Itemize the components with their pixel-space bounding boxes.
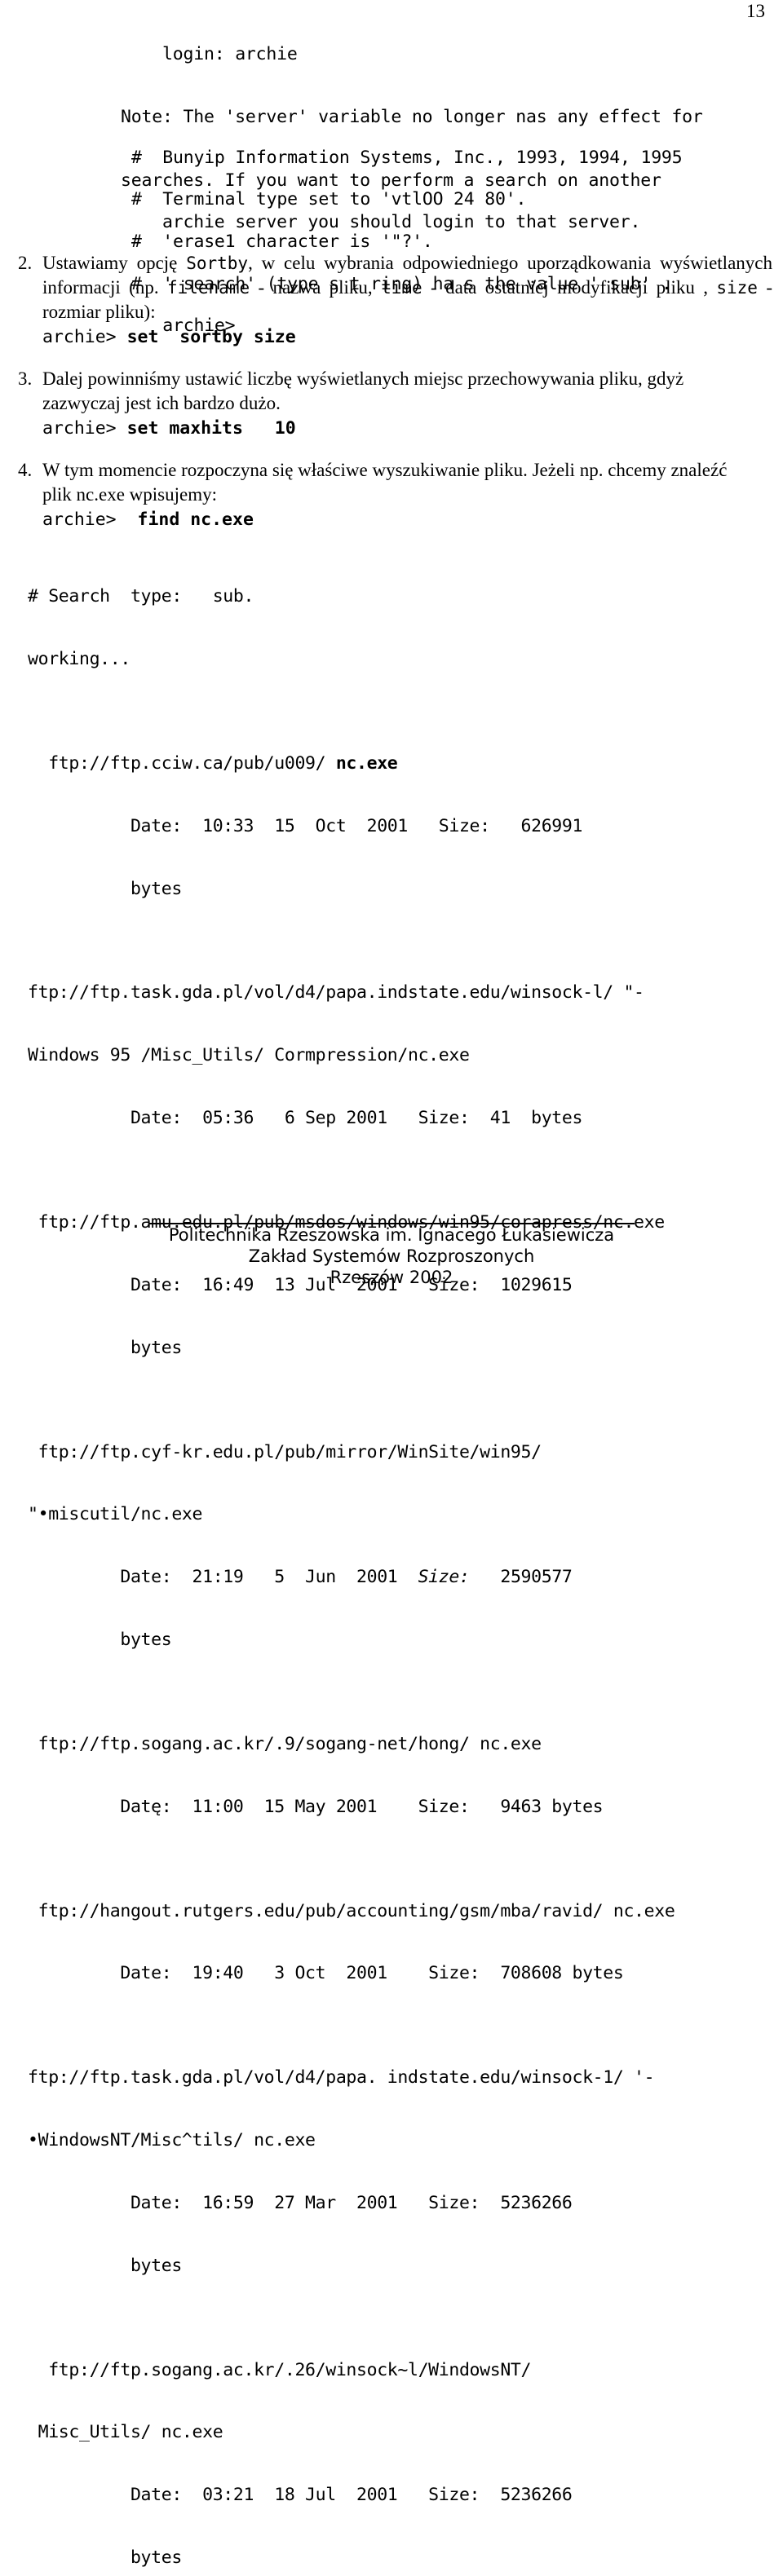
result-url: ftp://ftp.sogang.ac.kr/.9/sogang-net/hon…	[28, 1733, 542, 1754]
terminal-line: Note: The 'server' variable no longer na…	[121, 107, 703, 128]
result-date-line: Date: 10:33 15 Oct 2001 Size: 626991	[28, 815, 583, 836]
result-bytes-line: bytes	[28, 2547, 182, 2568]
result-url: ftp://ftp.sogang.ac.kr/.26/winsock~l/Win…	[28, 2359, 532, 2380]
archie-command: set sortby size	[126, 327, 296, 347]
result-filename: nc.exe	[335, 752, 398, 774]
item4-text-1: W tym momencie rozpoczyna się właściwe w…	[42, 460, 728, 480]
page-number: 13	[746, 1, 765, 21]
banner-line: # 'erase1 character is '"?'.	[130, 231, 433, 252]
list-item-text: Dalej powinniśmy ustawić liczbę wyświetl…	[42, 367, 772, 416]
list-item-number: 3.	[18, 368, 33, 389]
archie-prompt: archie>	[42, 327, 127, 347]
result-url: ftp://ftp.cyf-kr.edu.pl/pub/mirror/WinSi…	[28, 1441, 542, 1462]
result-date-line: Date: 05:36 6 Sep 2001 Size: 41 bytes	[28, 1108, 583, 1129]
results-header-working: working...	[28, 648, 130, 669]
result-date-line: Date: 19:40 3 Oct 2001 Size: 708608 byte…	[28, 1963, 624, 1984]
item2-code-sortby: Sortby	[186, 254, 249, 273]
result-url: ftp://ftp.task.gda.pl/vol/d4/papa.indsta…	[28, 982, 644, 1003]
item4-text-2: plik nc.exe wpisujemy:	[42, 484, 217, 505]
result-url-continuation: "•miscutil/nc.exe	[28, 1504, 203, 1525]
document-page: 13 login: archie Note: The 'server' vari…	[0, 0, 783, 2568]
result-date-line: Date: 21:19 5 Jun 2001 Size: 2590577	[28, 1567, 774, 1588]
list-item-3: 3. Dalej powinniśmy ustawić liczbę wyświ…	[18, 367, 772, 439]
search-results-output: # Search type: sub. working... ftp://ftp…	[28, 545, 774, 2576]
result-url: ftp://hangout.rutgers.edu/pub/accounting…	[28, 1900, 675, 1921]
terminal-line: login: archie	[161, 43, 298, 64]
list-item-number: 2.	[18, 253, 33, 273]
result-url: ftp://ftp.task.gda.pl/vol/d4/papa. indst…	[28, 2067, 655, 2089]
item2-command-line: archie> set sortby size	[42, 326, 772, 348]
item2-code-time: time	[381, 278, 422, 298]
item2-text-c: informacji (np.	[42, 277, 167, 298]
archie-command: find nc.exe	[126, 509, 254, 530]
item3-text-1: Dalej powinniśmy ustawić liczbę wyświetl…	[42, 368, 684, 389]
result-url-continuation: •WindowsNT/Misc^tils/ nc.exe	[28, 2130, 316, 2151]
result-date-line: Datę: 11:00 15 May 2001 Size: 9463 bytes	[28, 1796, 604, 1817]
result-bytes-line: bytes	[28, 1629, 172, 1650]
archie-command: set maxhits 10	[126, 418, 296, 439]
banner-line: # Terminal type set to 'vtlOO 24 80'.	[130, 189, 527, 210]
page-footer: Politechnika Rzeszowska im. Ignacego Łuk…	[0, 1224, 783, 1288]
item2-text-d: - nazwa pliku,	[250, 277, 382, 298]
archie-prompt: archie>	[42, 418, 127, 439]
item2-code-size: size	[716, 278, 758, 298]
item3-text-2: zazwyczaj jest ich bardzo dużo.	[42, 393, 281, 413]
result-url-text: ftp://ftp.cciw.ca/pub/u009/	[28, 752, 336, 774]
result-date-line: Date: 16:59 27 Mar 2001 Size: 5236266	[28, 2192, 573, 2213]
banner-line: # Bunyip Information Systems, Inc., 1993…	[130, 147, 683, 168]
result-url-continuation: Misc_Utils/ nc.exe	[28, 2422, 223, 2443]
result-date-line: Date: 03:21 18 Jul 2001 Size: 5236266	[28, 2485, 573, 2506]
result-date-post: 2590577	[469, 1567, 573, 1588]
result-bytes-line: bytes	[28, 2255, 182, 2276]
list-item-2: 2. Ustawiamy opcję Sortby, w celu wybran…	[18, 251, 772, 348]
list-item-number: 4.	[18, 460, 33, 480]
list-item-text: Ustawiamy opcję Sortby, w celu wybrania …	[42, 251, 772, 324]
result-date-pre: Date: 21:19 5 Jun 2001	[28, 1567, 418, 1588]
result-bytes-line: bytes	[28, 1337, 182, 1358]
footer-line-department: Zakład Systemów Rozproszonych	[248, 1246, 535, 1266]
result-size-label-italic: Size:	[418, 1567, 470, 1588]
item4-command-line: archie> find nc.exe	[42, 509, 772, 531]
item3-command-line: archie> set maxhits 10	[42, 417, 772, 439]
footer-line-city-year: Rzeszów 2002	[330, 1268, 453, 1287]
result-bytes-line: bytes	[28, 878, 182, 899]
archie-prompt: archie>	[42, 509, 127, 530]
result-url: ftp://ftp.cciw.ca/pub/u009/ nc.exe	[28, 753, 774, 774]
list-item-4: 4. W tym momencie rozpoczyna się właściw…	[18, 458, 772, 531]
item2-text-a: Ustawiamy opcję	[42, 253, 187, 273]
results-header-search-type: # Search type: sub.	[28, 586, 254, 607]
footer-line-university: Politechnika Rzeszowska im. Ignacego Łuk…	[168, 1225, 615, 1245]
list-item-text: W tym momencie rozpoczyna się właściwe w…	[42, 458, 772, 507]
item2-code-filename: filename	[166, 278, 250, 298]
item2-text-b: , w celu wybrania odpowiedniego uporządk…	[248, 253, 772, 273]
result-url-continuation: Windows 95 /Misc_Utils/ Cormpression/nc.…	[28, 1045, 470, 1066]
item2-text-e: - data ostatniej modyfikacji pliku ,	[422, 277, 717, 298]
